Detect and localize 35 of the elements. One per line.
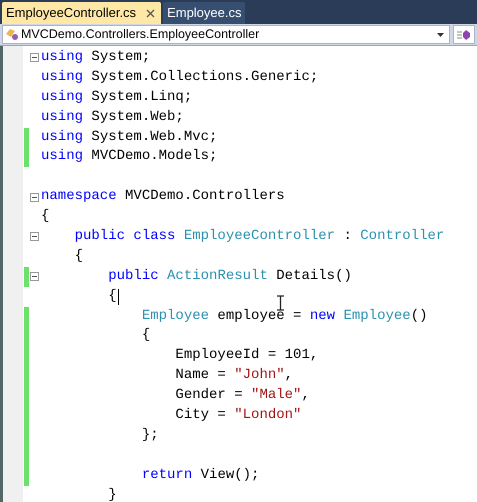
member-dropdown[interactable] bbox=[453, 25, 475, 44]
class-icon bbox=[5, 28, 19, 41]
code-line: }; bbox=[140, 426, 159, 445]
code-line: Name = "John", bbox=[174, 366, 294, 386]
code-line: using System.Collections.Generic; bbox=[41, 68, 318, 87]
code-line: { bbox=[41, 207, 50, 226]
code-line: { bbox=[140, 326, 150, 346]
method-icon bbox=[456, 28, 470, 40]
code-line: namespace MVCDemo.Controllers bbox=[41, 187, 285, 206]
file-tab[interactable]: Employee.cs bbox=[163, 2, 246, 24]
code-line: EmployeeId = 101, bbox=[174, 346, 318, 366]
tab-label: EmployeeController.cs bbox=[6, 4, 136, 22]
code-line: using System.Linq; bbox=[41, 88, 192, 107]
type-dropdown[interactable]: MVCDemo.Controllers.EmployeeController bbox=[2, 25, 450, 44]
code-line: { bbox=[41, 286, 120, 307]
caret-icon bbox=[437, 32, 444, 36]
collapse-icon[interactable] bbox=[30, 272, 39, 282]
collapse-icon[interactable] bbox=[30, 53, 39, 62]
code-line: public class EmployeeController : Controller bbox=[74, 227, 444, 246]
code-line: public ActionResult Details() bbox=[107, 266, 352, 286]
file-tab[interactable]: EmployeeController.cs bbox=[2, 2, 162, 24]
code-line: } bbox=[107, 486, 117, 502]
code-line: { bbox=[74, 246, 84, 266]
code-line: using System; bbox=[41, 48, 150, 67]
code-line: Gender = "Male", bbox=[174, 386, 310, 406]
code-line: return View(); bbox=[140, 466, 260, 485]
code-line: using System.Web; bbox=[41, 108, 184, 127]
tab-label: Employee.cs bbox=[167, 4, 242, 22]
code-line: using System.Web.Mvc; bbox=[41, 128, 218, 147]
collapse-icon[interactable] bbox=[30, 232, 39, 242]
code-line: using MVCDemo.Models; bbox=[41, 147, 218, 166]
close-icon[interactable] bbox=[146, 8, 156, 18]
code-line: City = "London" bbox=[174, 406, 302, 426]
collapse-icon[interactable] bbox=[30, 192, 39, 202]
code-line: Employee employee = new Employee() bbox=[140, 306, 428, 326]
